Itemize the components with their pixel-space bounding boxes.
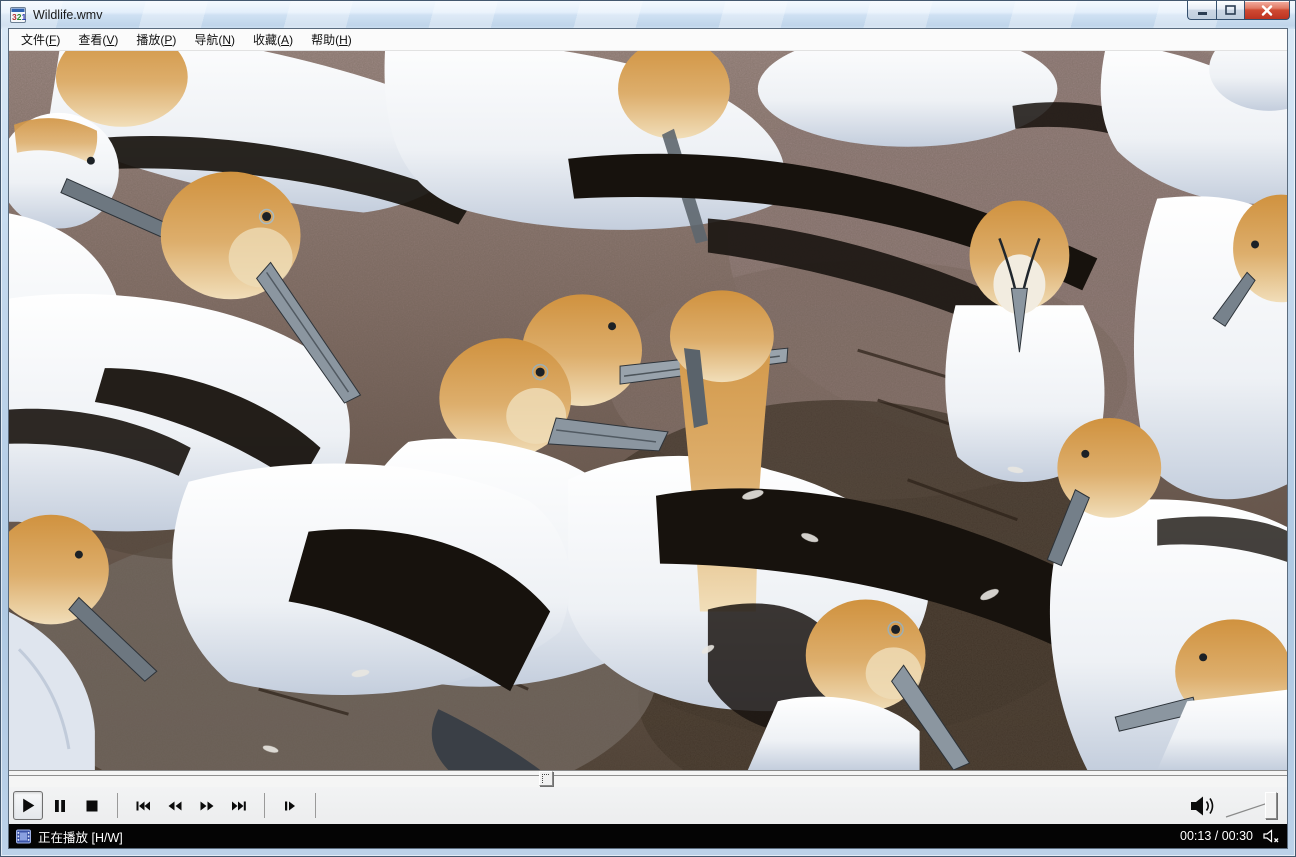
- menu-item-navigate[interactable]: 导航(N): [185, 29, 244, 51]
- speaker-mute-icon: [1262, 829, 1280, 844]
- rewind-icon: [167, 798, 183, 814]
- volume-thumb[interactable]: [1265, 792, 1277, 819]
- menu-item-play[interactable]: 播放(P): [127, 29, 185, 51]
- fast-forward-button[interactable]: [192, 791, 222, 820]
- frame-step-icon: [282, 798, 298, 814]
- minimize-icon: [1197, 5, 1208, 16]
- gannet-scene-graphic: [9, 51, 1287, 770]
- toolbar-separator: [315, 793, 316, 818]
- volume-slider[interactable]: [1225, 791, 1279, 821]
- app-icon: 321: [10, 7, 26, 23]
- film-status-icon: [16, 829, 31, 844]
- mpc-window: 321 Wildlife.wmv 文件(F) 查看(V) 播放(P) 导航(N)…: [0, 0, 1296, 857]
- toolbar-separator: [264, 793, 265, 818]
- fast-forward-icon: [199, 798, 215, 814]
- play-icon: [20, 797, 37, 814]
- titlebar[interactable]: 321 Wildlife.wmv: [1, 1, 1295, 29]
- client-area: 文件(F) 查看(V) 播放(P) 导航(N) 收藏(A) 帮助(H): [9, 29, 1287, 848]
- volume-controls: [1189, 791, 1281, 821]
- pause-icon: [52, 798, 68, 814]
- close-icon: [1261, 5, 1273, 16]
- playback-status-text: 正在播放 [H/W]: [38, 827, 123, 846]
- maximize-icon: [1225, 5, 1236, 15]
- rewind-button[interactable]: [160, 791, 190, 820]
- menu-item-file[interactable]: 文件(F): [12, 29, 69, 51]
- seek-thumb[interactable]: [539, 771, 553, 786]
- skip-back-button[interactable]: [128, 791, 158, 820]
- status-left: 正在播放 [H/W]: [16, 827, 123, 846]
- skip-forward-button[interactable]: [224, 791, 254, 820]
- menu-item-view[interactable]: 查看(V): [69, 29, 127, 51]
- svg-text:321: 321: [12, 12, 26, 22]
- toolbar-separator: [117, 793, 118, 818]
- play-button[interactable]: [13, 791, 43, 820]
- menu-item-help[interactable]: 帮助(H): [302, 29, 361, 51]
- time-display: 00:13 / 00:30: [1180, 829, 1253, 843]
- speaker-icon[interactable]: [1189, 793, 1219, 819]
- close-button[interactable]: [1245, 1, 1290, 20]
- menu-bar: 文件(F) 查看(V) 播放(P) 导航(N) 收藏(A) 帮助(H): [9, 29, 1287, 51]
- caption-buttons: [1187, 1, 1290, 20]
- seek-bar[interactable]: [9, 770, 1287, 787]
- frame-step-button[interactable]: [275, 791, 305, 820]
- skip-forward-icon: [231, 798, 247, 814]
- maximize-button[interactable]: [1216, 1, 1245, 20]
- status-bar: 正在播放 [H/W] 00:13 / 00:30: [9, 824, 1287, 848]
- skip-back-icon: [135, 798, 151, 814]
- control-bar: [9, 787, 1287, 824]
- seek-track[interactable]: [9, 775, 1287, 776]
- stop-button[interactable]: [77, 791, 107, 820]
- pause-button[interactable]: [45, 791, 75, 820]
- status-right: 00:13 / 00:30: [1180, 829, 1280, 844]
- minimize-button[interactable]: [1187, 1, 1216, 20]
- video-frame[interactable]: [9, 51, 1287, 770]
- window-title: Wildlife.wmv: [33, 8, 102, 22]
- menu-item-favorites[interactable]: 收藏(A): [244, 29, 302, 51]
- stop-icon: [84, 798, 100, 814]
